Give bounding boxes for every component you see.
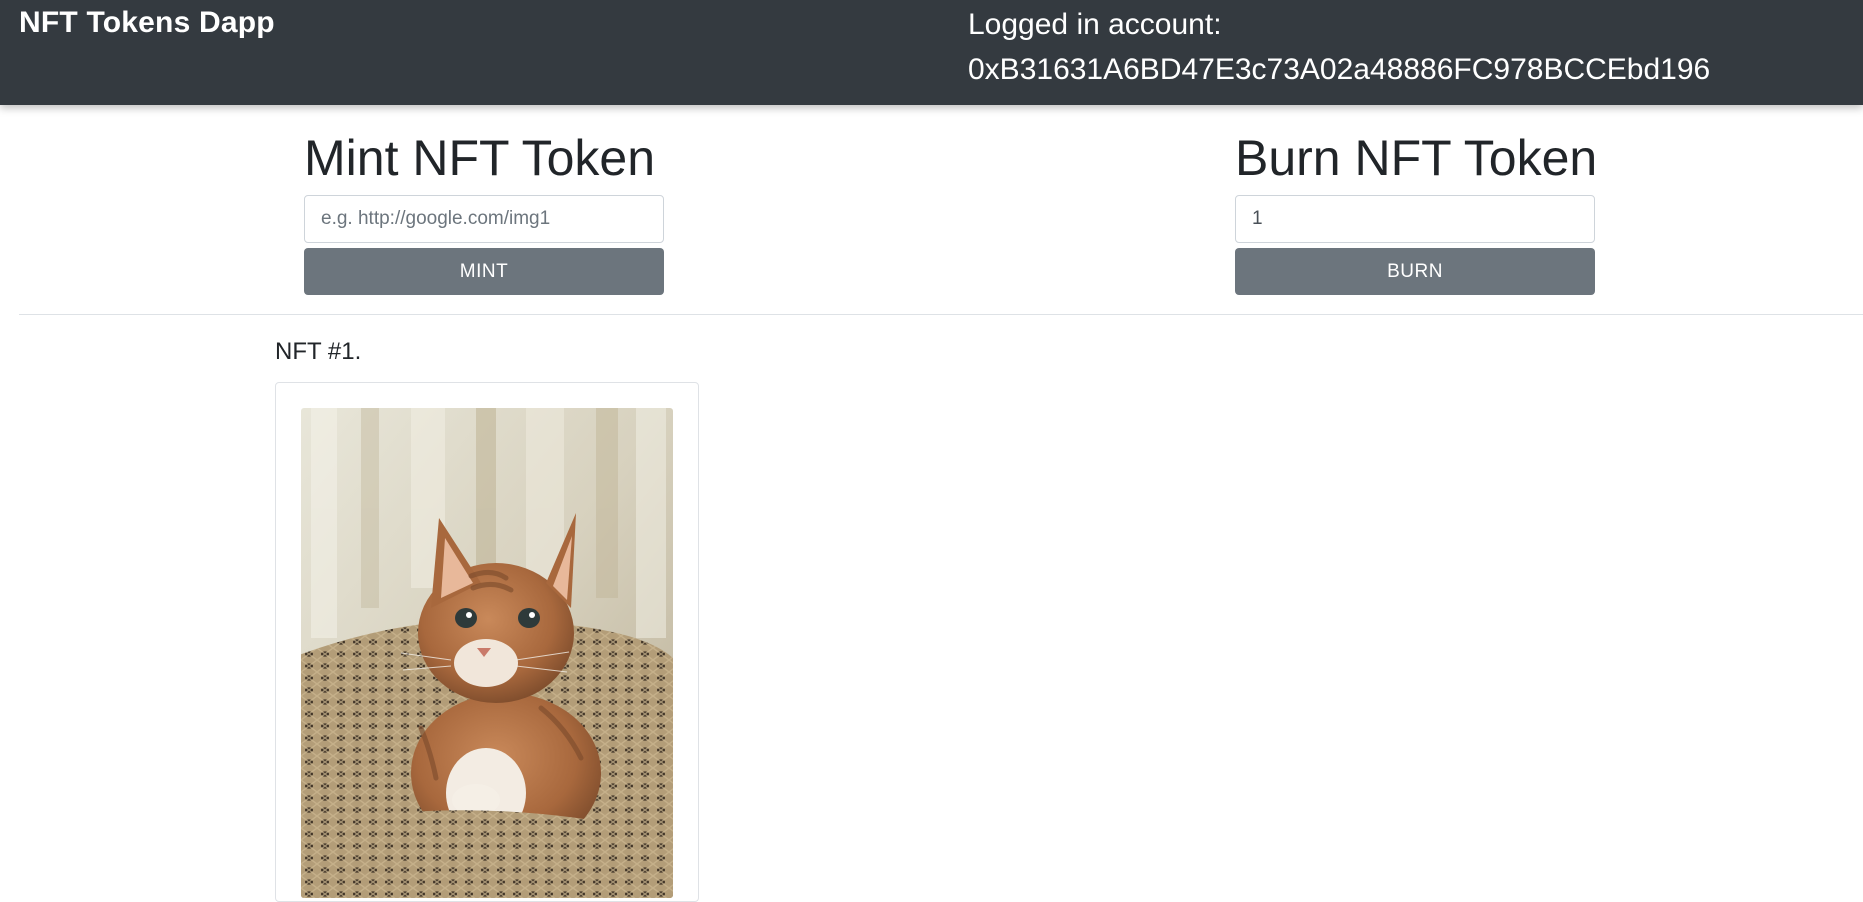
- burn-heading: Burn NFT Token: [1235, 130, 1598, 186]
- navbar: NFT Tokens Dapp Logged in account: 0xB31…: [0, 0, 1863, 105]
- nft-card: [275, 382, 699, 902]
- account-address: 0xB31631A6BD47E3c73A02a48886FC978BCCEbd1…: [968, 53, 1711, 86]
- burn-panel: Burn NFT Token BURN: [1235, 128, 1598, 295]
- brand-title[interactable]: NFT Tokens Dapp: [19, 6, 275, 40]
- section-divider: [19, 314, 1863, 315]
- nft-image-kitten: [301, 408, 673, 898]
- burn-id-input[interactable]: [1235, 195, 1595, 243]
- account-label: Logged in account:: [968, 8, 1222, 41]
- mint-url-input[interactable]: [304, 195, 664, 243]
- nft-title: NFT #1.: [275, 338, 362, 365]
- account-info: Logged in account: 0xB31631A6BD47E3c73A0…: [968, 2, 1710, 92]
- mint-button[interactable]: MINT: [304, 248, 664, 295]
- burn-button[interactable]: BURN: [1235, 248, 1595, 295]
- kitten-illustration: [301, 408, 673, 898]
- mint-heading: Mint NFT Token: [304, 130, 656, 186]
- mint-panel: Mint NFT Token MINT: [304, 128, 664, 295]
